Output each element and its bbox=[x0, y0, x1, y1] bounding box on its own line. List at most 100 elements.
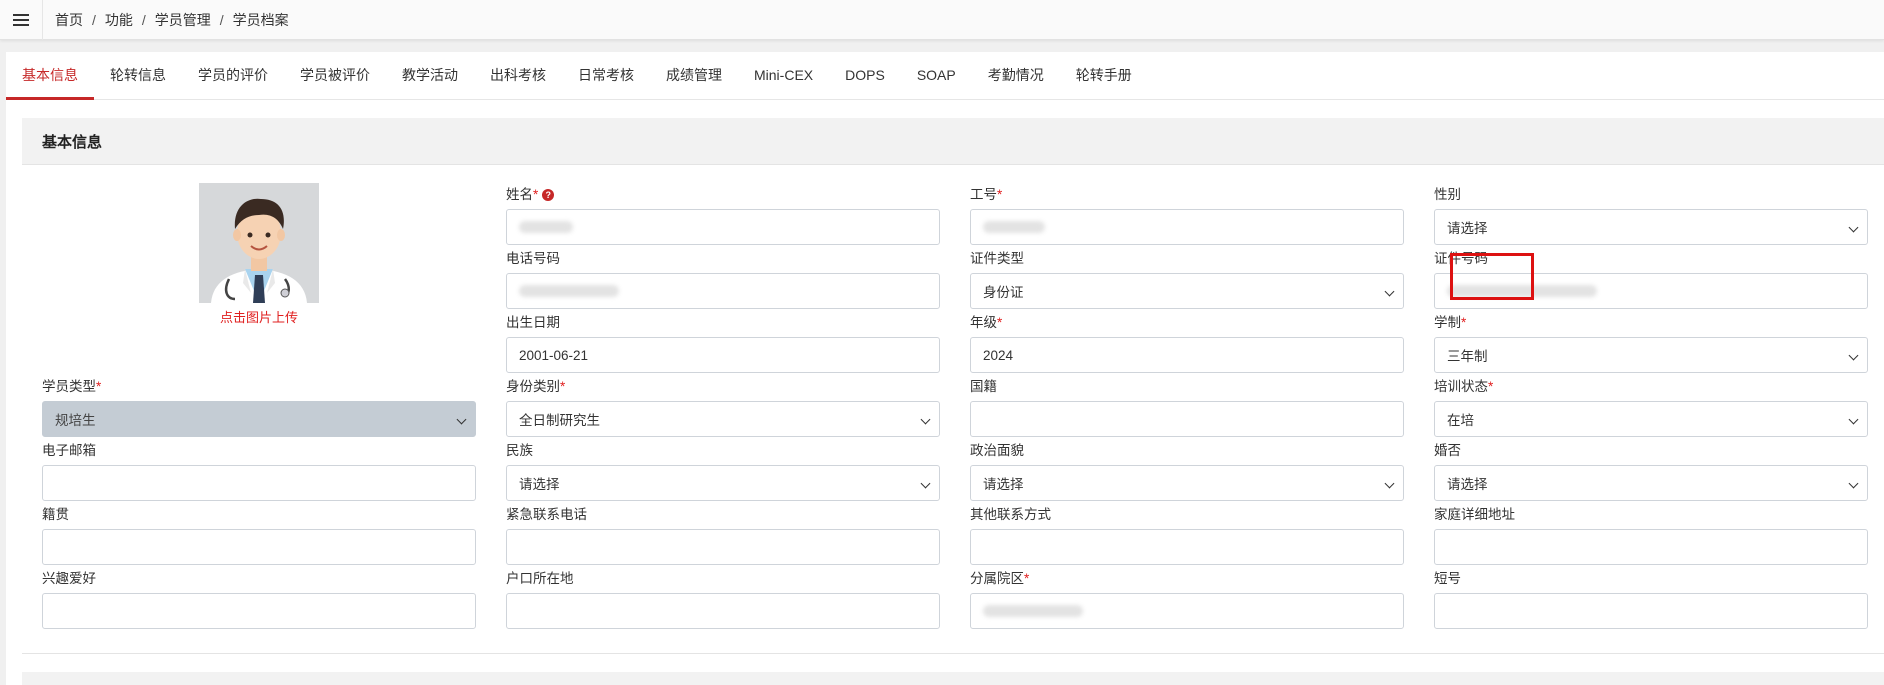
tab-bar: 基本信息 轮转信息 学员的评价 学员被评价 教学活动 出科考核 日常考核 成绩管… bbox=[6, 52, 1884, 100]
top-bar: 首页 / 功能 / 学员管理 / 学员档案 bbox=[0, 0, 1884, 40]
id-type-select[interactable]: 身份证 bbox=[970, 273, 1404, 309]
identity-category-select[interactable]: 全日制研究生 bbox=[506, 401, 940, 437]
schooling-label: 学制* bbox=[1434, 315, 1467, 330]
redacted-value bbox=[983, 605, 1083, 617]
household-location-label: 户口所在地 bbox=[506, 571, 574, 586]
breadcrumb-current: 学员档案 bbox=[232, 11, 289, 28]
redacted-value bbox=[983, 221, 1045, 233]
other-contact-label: 其他联系方式 bbox=[970, 507, 1051, 522]
native-place-input[interactable] bbox=[42, 529, 476, 565]
tab-student-evaluations[interactable]: 学员的评价 bbox=[182, 51, 284, 99]
short-number-field-group: 短号 bbox=[1434, 569, 1868, 629]
hobbies-input[interactable] bbox=[42, 593, 476, 629]
home-address-field-group: 家庭详细地址 bbox=[1434, 505, 1868, 565]
next-section-header bbox=[22, 672, 1884, 685]
section-title: 基本信息 bbox=[22, 118, 1884, 165]
training-status-select[interactable]: 在培 bbox=[1434, 401, 1868, 437]
native-place-label: 籍贯 bbox=[42, 507, 69, 522]
household-location-field-group: 户口所在地 bbox=[506, 569, 940, 629]
upload-photo-link[interactable]: 点击图片上传 bbox=[199, 307, 319, 326]
identity-category-field-group: 身份类别* 全日制研究生 bbox=[506, 377, 940, 437]
breadcrumb-home[interactable]: 首页 bbox=[55, 10, 83, 30]
name-input[interactable] bbox=[506, 209, 940, 245]
student-type-label: 学员类型* bbox=[42, 379, 102, 394]
form-body: 点击图片上传 姓名*? 工号* 性别 请选择 电话号码 证件类型 身份证 证件号… bbox=[22, 165, 1884, 654]
gender-label: 性别 bbox=[1434, 187, 1461, 202]
name-label: 姓名*? bbox=[506, 185, 940, 205]
student-type-select[interactable]: 规培生 bbox=[42, 401, 476, 437]
id-number-field-group: 证件号码 bbox=[1434, 249, 1868, 309]
branch-hospital-field-group: 分属院区* bbox=[970, 569, 1404, 629]
marital-status-select[interactable]: 请选择 bbox=[1434, 465, 1868, 501]
ethnicity-field-group: 民族 请选择 bbox=[506, 441, 940, 501]
phone-input[interactable] bbox=[506, 273, 940, 309]
tab-daily-assessment[interactable]: 日常考核 bbox=[562, 51, 650, 99]
political-status-label: 政治面貌 bbox=[970, 443, 1024, 458]
breadcrumb-function[interactable]: 功能 bbox=[105, 10, 133, 30]
tab-attendance[interactable]: 考勤情况 bbox=[972, 51, 1060, 99]
doctor-avatar-icon bbox=[199, 183, 319, 303]
nationality-input[interactable] bbox=[970, 401, 1404, 437]
breadcrumb-separator: / bbox=[141, 11, 146, 28]
short-number-label: 短号 bbox=[1434, 571, 1461, 586]
tab-mini-cex[interactable]: Mini-CEX bbox=[738, 51, 829, 99]
short-number-input[interactable] bbox=[1434, 593, 1868, 629]
tab-grade-management[interactable]: 成绩管理 bbox=[650, 51, 738, 99]
tab-teaching-activities[interactable]: 教学活动 bbox=[386, 51, 474, 99]
hobbies-label: 兴趣爱好 bbox=[42, 571, 96, 586]
redacted-value bbox=[519, 221, 573, 233]
id-number-input[interactable] bbox=[1434, 273, 1868, 309]
tab-basic-info[interactable]: 基本信息 bbox=[6, 51, 94, 100]
breadcrumb-student-management[interactable]: 学员管理 bbox=[155, 10, 211, 30]
breadcrumb: 首页 / 功能 / 学员管理 / 学员档案 bbox=[43, 10, 289, 30]
chevron-down-icon bbox=[920, 478, 931, 489]
grade-label: 年级* bbox=[970, 315, 1003, 330]
grade-input[interactable]: 2024 bbox=[970, 337, 1404, 373]
household-location-input[interactable] bbox=[506, 593, 940, 629]
tab-department-exam[interactable]: 出科考核 bbox=[474, 51, 562, 99]
name-field-group: 姓名*? bbox=[506, 185, 940, 245]
emergency-phone-field-group: 紧急联系电话 bbox=[506, 505, 940, 565]
identity-category-label: 身份类别* bbox=[506, 379, 566, 394]
email-field[interactable] bbox=[42, 465, 476, 501]
birth-date-field-group: 出生日期 2001-06-21 bbox=[506, 313, 940, 373]
gender-select[interactable]: 请选择 bbox=[1434, 209, 1868, 245]
redacted-value bbox=[1447, 285, 1597, 297]
marital-status-label: 婚否 bbox=[1434, 443, 1461, 458]
main-panel: 基本信息 轮转信息 学员的评价 学员被评价 教学活动 出科考核 日常考核 成绩管… bbox=[6, 52, 1884, 685]
chevron-down-icon bbox=[1848, 414, 1859, 425]
breadcrumb-separator: / bbox=[92, 11, 96, 28]
work-id-input[interactable] bbox=[970, 209, 1404, 245]
chevron-down-icon bbox=[920, 414, 931, 425]
branch-hospital-label: 分属院区* bbox=[970, 571, 1030, 586]
tab-student-evaluated[interactable]: 学员被评价 bbox=[284, 51, 386, 99]
birth-date-input[interactable]: 2001-06-21 bbox=[506, 337, 940, 373]
hobbies-field-group: 兴趣爱好 bbox=[42, 569, 476, 629]
home-address-input[interactable] bbox=[1434, 529, 1868, 565]
menu-toggle-button[interactable] bbox=[0, 0, 42, 40]
tab-rotation-handbook[interactable]: 轮转手册 bbox=[1060, 51, 1148, 99]
avatar[interactable] bbox=[199, 183, 319, 303]
branch-hospital-input[interactable] bbox=[970, 593, 1404, 629]
chevron-down-icon bbox=[1848, 222, 1859, 233]
training-status-field-group: 培训状态* 在培 bbox=[1434, 377, 1868, 437]
help-icon[interactable]: ? bbox=[542, 189, 555, 201]
emergency-phone-input[interactable] bbox=[506, 529, 940, 565]
chevron-down-icon bbox=[1384, 286, 1395, 297]
native-place-field-group: 籍贯 bbox=[42, 505, 476, 565]
other-contact-field-group: 其他联系方式 bbox=[970, 505, 1404, 565]
other-contact-input[interactable] bbox=[970, 529, 1404, 565]
ethnicity-select[interactable]: 请选择 bbox=[506, 465, 940, 501]
id-type-field-group: 证件类型 身份证 bbox=[970, 249, 1404, 309]
political-status-select[interactable]: 请选择 bbox=[970, 465, 1404, 501]
breadcrumb-separator: / bbox=[219, 11, 224, 28]
chevron-down-icon bbox=[456, 414, 467, 425]
schooling-select[interactable]: 三年制 bbox=[1434, 337, 1868, 373]
chevron-down-icon bbox=[1384, 478, 1395, 489]
nationality-label: 国籍 bbox=[970, 379, 997, 394]
tab-rotation-info[interactable]: 轮转信息 bbox=[94, 51, 182, 99]
gender-field-group: 性别 请选择 bbox=[1434, 185, 1868, 245]
id-number-label: 证件号码 bbox=[1434, 251, 1488, 266]
tab-soap[interactable]: SOAP bbox=[901, 51, 972, 99]
tab-dops[interactable]: DOPS bbox=[829, 51, 901, 99]
